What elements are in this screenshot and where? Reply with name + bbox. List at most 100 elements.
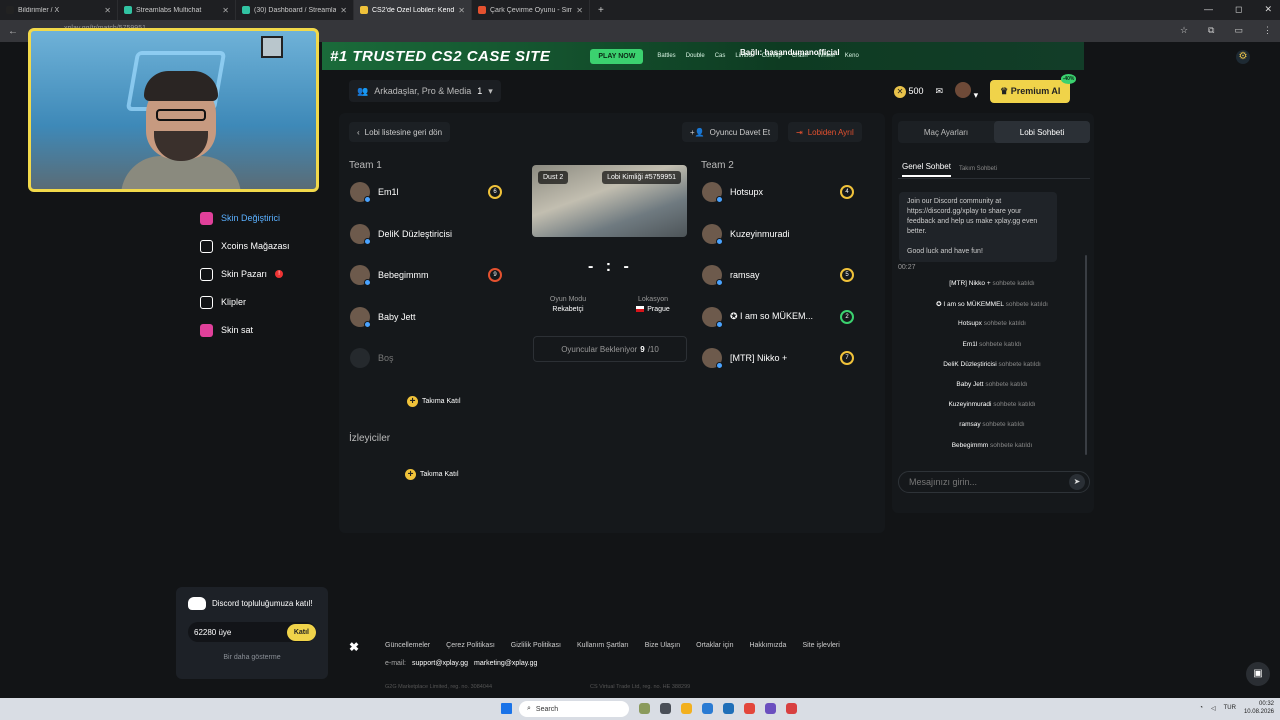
player-row[interactable]: Kuzeyinmuradi (702, 222, 790, 246)
leave-lobby-button[interactable]: ⇥ Lobiden Ayrıl (788, 122, 862, 142)
lobby-mode-select[interactable]: 👥 Arkadaşlar, Pro & Media 1 ▾ (349, 80, 501, 102)
tab-title: Bildirimler / X (18, 6, 60, 14)
player-row[interactable]: ✪ I am so MÜKEM... (702, 305, 813, 329)
browser-tab[interactable]: CS2'de Özel Lobiler: Kendi Kura...✕ (354, 0, 472, 20)
taskbar-search[interactable]: ⌕ Search (519, 701, 629, 717)
join-suffix: sohbete katıldı (982, 421, 1025, 429)
player-row[interactable]: Bebegimmm (350, 263, 429, 287)
close-icon[interactable]: ✕ (1264, 4, 1272, 15)
footer-link[interactable]: Gizlilik Politikası (511, 642, 561, 649)
sidebar-item[interactable]: Skin Pazarı! (200, 260, 290, 288)
keyboard-lang[interactable]: TUR (1224, 705, 1236, 711)
mail-icon[interactable]: ✉ (936, 86, 944, 97)
banner-mode-item[interactable]: Double (686, 53, 705, 59)
banner-mode-item[interactable]: Battles (657, 53, 675, 59)
chrome-icon[interactable] (744, 703, 755, 714)
footer-link[interactable]: Çerez Politikası (446, 642, 495, 649)
xplay-logo-icon[interactable]: ✖ (349, 640, 359, 654)
footer-link[interactable]: Güncellemeler (385, 642, 430, 649)
play-now-button[interactable]: PLAY NOW (590, 48, 644, 64)
footer-link[interactable]: Hakkımızda (749, 642, 786, 649)
obs-icon[interactable] (786, 703, 797, 714)
premium-button[interactable]: ♛ Premium AI -40% (990, 74, 1077, 103)
store-icon[interactable] (723, 703, 734, 714)
support-chat-icon[interactable]: ▣ (1246, 662, 1270, 686)
coins-display[interactable]: ✕ 500 (894, 85, 924, 98)
discord-members: 62280 üye (194, 627, 232, 637)
footer-link[interactable]: Bize Ulaşın (645, 642, 680, 649)
location-label: Lokasyon (638, 296, 668, 303)
browser-tab[interactable]: Çark Çevirme Oyunu - Simplier...✕ (472, 0, 590, 20)
player-name: [MTR] Nikko + (730, 353, 788, 363)
invite-player-button[interactable]: +👤 Oyuncu Davet Et (682, 122, 779, 142)
footer-link[interactable]: Site işlevleri (802, 642, 839, 649)
sidebar-item[interactable]: Skin Değiştirici (200, 204, 290, 232)
location-value: Prague (647, 306, 670, 313)
tab-match-settings[interactable]: Maç Ayarları (898, 121, 994, 143)
search-icon: ⌕ (527, 705, 531, 712)
back-arrow-icon[interactable]: ← (8, 26, 18, 37)
promo-banner[interactable]: #1 TRUSTED CS2 CASE SITE PLAY NOW Battle… (322, 42, 1084, 70)
message-input[interactable]: Mesajınızı girin... ➤ (898, 471, 1090, 493)
player-row[interactable]: DeliK Düzleştiricisi (350, 222, 452, 246)
tab-general-chat[interactable]: Genel Sohbet (902, 162, 951, 177)
support-email-link[interactable]: support@xplay.gg (412, 660, 468, 667)
new-tab-icon[interactable]: + (598, 5, 604, 16)
gear-icon[interactable]: ⚙ (1236, 50, 1250, 64)
minimize-icon[interactable]: — (1204, 4, 1213, 15)
sidebar-badge: ! (275, 270, 284, 278)
tab-close-icon[interactable]: ✕ (222, 6, 229, 15)
sidebar-icon[interactable]: ▭ (1234, 25, 1243, 36)
browser-tab[interactable]: (30) Dashboard / Streamlabs ✕ (236, 0, 354, 20)
app-icon[interactable] (765, 703, 776, 714)
footer-link[interactable]: Kullanım Şartları (577, 642, 629, 649)
tab-close-icon[interactable]: ✕ (576, 6, 583, 15)
back-to-lobbies-button[interactable]: ‹ Lobi listesine geri dön (349, 122, 451, 142)
windows-start-icon[interactable] (501, 703, 512, 714)
menu-dots-icon[interactable]: ⋮ (1263, 25, 1272, 36)
send-icon[interactable]: ➤ (1069, 474, 1085, 490)
sidebar-item[interactable]: Klipler (200, 288, 290, 316)
tab-close-icon[interactable]: ✕ (104, 6, 111, 15)
task-view-icon[interactable] (660, 703, 671, 714)
maximize-icon[interactable]: ◻ (1235, 4, 1242, 15)
widget-icon[interactable] (639, 703, 650, 714)
sidebar-item[interactable]: Skin sat (200, 316, 290, 344)
empty-slot[interactable]: Boş (350, 346, 394, 370)
avatar (702, 223, 723, 245)
tab-close-icon[interactable]: ✕ (458, 6, 465, 15)
player-row[interactable]: Baby Jett (350, 305, 416, 329)
chat-scrollbar[interactable] (1085, 255, 1087, 455)
volume-icon[interactable]: ◁ (1211, 705, 1216, 712)
banner-mode-item[interactable]: Cas (715, 53, 726, 59)
search-label: Search (535, 705, 559, 713)
bookmark-star-icon[interactable]: ☆ (1180, 25, 1188, 36)
browser-tab[interactable]: Bildirimler / X ✕ (0, 0, 118, 20)
discord-join-button[interactable]: Katıl (286, 623, 316, 641)
banner-mode-item[interactable]: Keno (845, 53, 859, 59)
player-row[interactable]: Hotsupx (702, 180, 763, 204)
tab-close-icon[interactable]: ✕ (340, 6, 347, 15)
clock[interactable]: 00:32 10.08.2026 (1244, 700, 1274, 716)
browser-tab[interactable]: Streamlabs Multichat ✕ (118, 0, 236, 20)
player-row[interactable]: [MTR] Nikko + (702, 346, 787, 370)
join-team1-button[interactable]: + Takıma Katıl (407, 396, 461, 407)
player-row[interactable]: ramsay (702, 263, 760, 287)
discord-dismiss-link[interactable]: Bir daha gösterme (188, 654, 316, 661)
footer-link[interactable]: Ortaklar için (696, 642, 733, 649)
tab-team-chat[interactable]: Takım Sohbeti (959, 166, 997, 177)
folder-icon[interactable] (681, 703, 692, 714)
join-spectators-button[interactable]: + Takıma Katıl (405, 469, 459, 480)
marketing-email-link[interactable]: marketing@xplay.gg (474, 660, 537, 667)
dollar-icon (200, 267, 213, 281)
player-row[interactable]: Em1l (350, 180, 399, 204)
edge-icon[interactable] (702, 703, 713, 714)
wifi-icon[interactable]: ◔ (1199, 705, 1203, 711)
extensions-icon[interactable]: ⧉ (1208, 25, 1214, 36)
waiting-players-status: Oyuncular Bekleniyor 9/10 (533, 336, 687, 362)
sidebar-item[interactable]: Xcoins Mağazası (200, 232, 290, 260)
tab-lobby-chat[interactable]: Lobi Sohbeti (994, 121, 1090, 143)
user-avatar[interactable]: ▾ (955, 82, 978, 101)
player-name: Em1l (378, 187, 399, 197)
sidebar-item-label: Skin sat (221, 325, 254, 335)
